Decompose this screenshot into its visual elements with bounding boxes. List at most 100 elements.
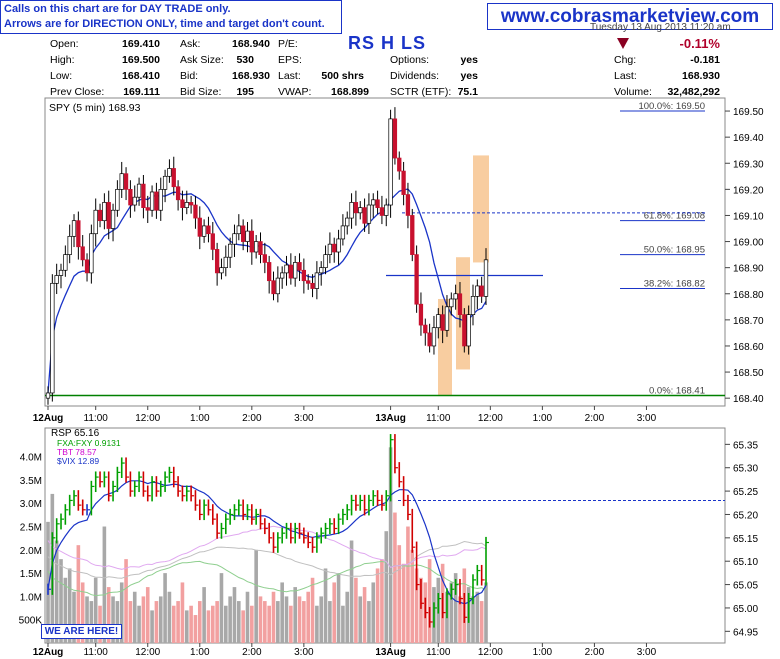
volume-bar bbox=[215, 601, 219, 643]
candle-body bbox=[436, 314, 441, 329]
rsp-y-tick-label: 64.95 bbox=[733, 627, 758, 638]
candle-body bbox=[106, 202, 111, 229]
candle-body bbox=[214, 249, 220, 274]
volume-bar bbox=[302, 601, 306, 643]
price-x-tick-label: 11:00 bbox=[426, 413, 451, 424]
price-y-tick-label: 168.50 bbox=[733, 368, 764, 379]
low-label: Low: bbox=[50, 70, 73, 82]
volume-bar bbox=[232, 587, 237, 643]
candle-body bbox=[136, 183, 142, 198]
last2-value: 168.930 bbox=[682, 70, 720, 82]
candle-body bbox=[240, 225, 246, 242]
volume-bar bbox=[154, 601, 159, 643]
candle-body bbox=[336, 238, 341, 253]
volume-y-tick-label: 3.0M bbox=[20, 499, 42, 510]
rsp-legend-entry: $VIX 12.89 bbox=[57, 456, 99, 466]
candle-body bbox=[310, 282, 315, 289]
price-y-tick-label: 168.60 bbox=[733, 342, 764, 353]
candle-body bbox=[405, 194, 411, 216]
candle-body bbox=[457, 293, 463, 315]
volume-bar bbox=[141, 596, 146, 643]
sctr-value: 75.1 bbox=[457, 86, 478, 98]
we-are-here-label: WE ARE HERE! bbox=[41, 624, 122, 639]
volume-value: 32,482,292 bbox=[667, 86, 720, 98]
candle-body bbox=[84, 259, 90, 274]
candle-body bbox=[384, 204, 389, 216]
price-y-tick-label: 168.90 bbox=[733, 264, 764, 275]
fib-level-label: 100.0%: 169.50 bbox=[638, 101, 705, 112]
vwap-value: 168.899 bbox=[331, 86, 369, 98]
rsp-y-tick-label: 65.30 bbox=[733, 464, 758, 475]
symbol-h: H bbox=[381, 33, 396, 53]
candle-body bbox=[149, 191, 155, 211]
change-percent: -0.11% bbox=[679, 36, 720, 51]
volume-bar bbox=[158, 596, 163, 643]
high-label: High: bbox=[50, 54, 75, 66]
candle-body bbox=[306, 280, 311, 284]
candle-body bbox=[280, 272, 285, 279]
volume-bar bbox=[410, 549, 415, 643]
bid-label: Bid: bbox=[180, 70, 199, 82]
rsp-y-tick-label: 65.10 bbox=[733, 557, 758, 568]
candle-body bbox=[232, 233, 237, 245]
rsp-y-tick-label: 65.35 bbox=[733, 440, 758, 451]
candle-body bbox=[71, 220, 77, 237]
candle-body bbox=[466, 314, 471, 347]
candle-body bbox=[110, 209, 116, 229]
volume-bar bbox=[397, 545, 402, 643]
pe-label: P/E: bbox=[278, 38, 298, 50]
candle-body bbox=[345, 217, 350, 227]
ask-size-label: Ask Size: bbox=[180, 54, 224, 66]
eps-label: EPS: bbox=[278, 54, 302, 66]
price-x-tick-label: 3:00 bbox=[294, 413, 314, 424]
volume-y-tick-label: 2.5M bbox=[20, 523, 42, 534]
candle-body bbox=[158, 189, 163, 211]
candle-body bbox=[145, 207, 150, 211]
volume-bar bbox=[289, 605, 293, 643]
candle-body bbox=[340, 225, 346, 240]
candle-body bbox=[141, 183, 146, 208]
rsp-x-tick-label: 12:00 bbox=[478, 647, 503, 658]
candle-body bbox=[227, 243, 233, 258]
candle-body bbox=[332, 243, 337, 253]
rsp-x-tick-label: 11:00 bbox=[426, 647, 451, 658]
candle-body bbox=[67, 235, 72, 255]
volume-bar bbox=[315, 605, 319, 643]
candle-body bbox=[171, 168, 176, 188]
candle-body bbox=[193, 204, 198, 219]
volume-bar bbox=[367, 601, 371, 643]
price-x-tick-label: 3:00 bbox=[637, 413, 657, 424]
candle-body bbox=[358, 207, 363, 214]
price-y-tick-label: 168.40 bbox=[733, 394, 764, 405]
volume-bar bbox=[406, 526, 410, 643]
volume-y-tick-label: 1.5M bbox=[20, 569, 42, 580]
bid-value: 168.930 bbox=[232, 70, 270, 82]
volume-bar bbox=[150, 610, 154, 643]
price-x-tick-label: 1:00 bbox=[533, 413, 553, 424]
bid-size-value: 195 bbox=[236, 86, 254, 98]
last2-label: Last: bbox=[614, 70, 637, 82]
candle-body bbox=[275, 277, 280, 295]
chart-canvas: 168.40 168.50 168.60 168.70 168.80 168.90 169.… bbox=[19, 97, 764, 658]
volume-bar bbox=[189, 605, 193, 643]
open-label: Open: bbox=[50, 38, 79, 50]
candle-body bbox=[175, 186, 181, 201]
candle-body bbox=[323, 254, 328, 269]
volume-bar bbox=[375, 568, 380, 643]
candle-body bbox=[293, 262, 298, 279]
fib-level-label: 38.2%: 168.82 bbox=[644, 279, 705, 290]
price-y-tick-label: 169.20 bbox=[733, 185, 764, 196]
candle-body bbox=[449, 298, 454, 308]
candle-body bbox=[418, 303, 424, 326]
volume-bar bbox=[263, 601, 267, 643]
prev-close-value: 169.111 bbox=[123, 86, 160, 98]
volume-bar bbox=[180, 582, 185, 643]
volume-bar bbox=[258, 596, 263, 643]
candle-body bbox=[366, 204, 372, 224]
candle-body bbox=[353, 202, 359, 214]
note-line-1: Calls on this chart are for DAY TRADE on… bbox=[4, 3, 231, 15]
candle-body bbox=[375, 199, 380, 208]
candle-body bbox=[128, 189, 133, 206]
volume-bar bbox=[167, 591, 172, 643]
volume-bar bbox=[362, 587, 367, 643]
